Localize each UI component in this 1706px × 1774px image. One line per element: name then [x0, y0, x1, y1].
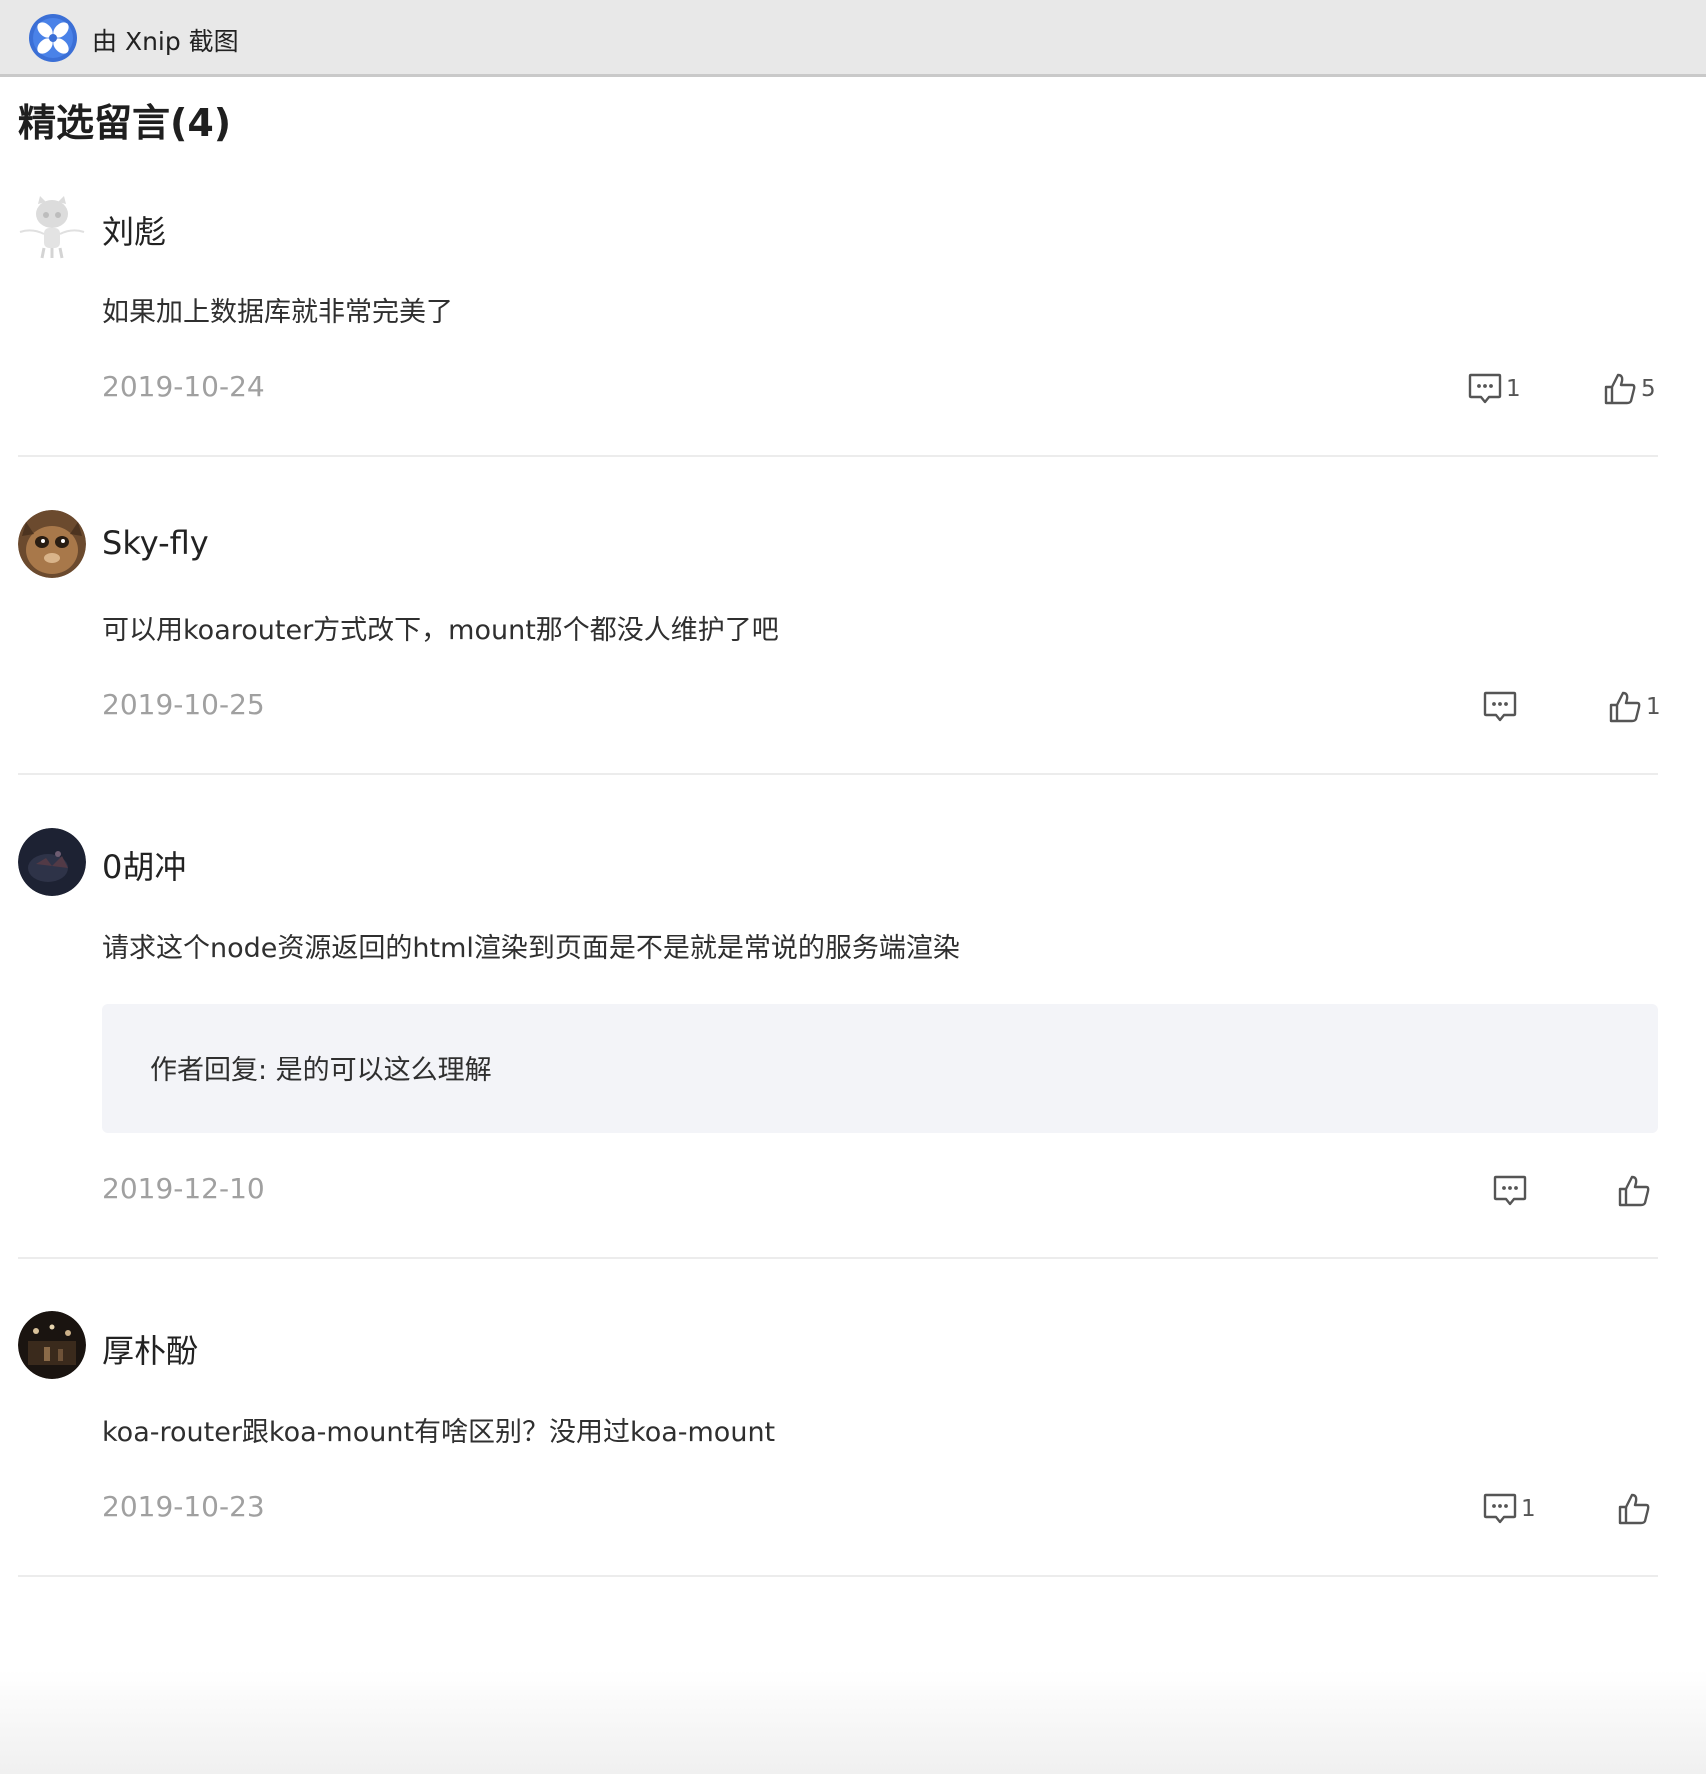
comment-icon	[1483, 1493, 1517, 1524]
avatar[interactable]	[18, 1311, 86, 1379]
night-scene-avatar-icon	[18, 828, 86, 896]
divider	[18, 773, 1658, 775]
street-photo-avatar-icon	[18, 1311, 86, 1379]
app-title: 由 Xnip 截图	[92, 27, 239, 56]
section-title: 精选留言(4)	[18, 101, 232, 145]
reply-button[interactable]: 1	[1483, 1491, 1536, 1527]
cat-avatar-icon	[18, 510, 86, 578]
username[interactable]: 0胡冲	[102, 842, 186, 888]
comment-date: 2019-10-23	[102, 1490, 265, 1523]
xnip-logo-icon	[29, 14, 77, 62]
like-button[interactable]: 5	[1603, 371, 1656, 407]
reply-button[interactable]	[1483, 689, 1521, 725]
avatar[interactable]	[18, 510, 86, 578]
comment-date: 2019-10-25	[102, 688, 265, 721]
comment-icon	[1493, 1175, 1527, 1206]
comment-icon	[1468, 373, 1502, 404]
divider	[18, 1575, 1658, 1577]
author-reply-box: 作者回复: 是的可以这么理解	[102, 1004, 1658, 1133]
comment-date: 2019-12-10	[102, 1172, 265, 1205]
thumbs-up-icon	[1618, 1493, 1650, 1525]
reply-button[interactable]	[1493, 1173, 1531, 1209]
avatar[interactable]	[18, 828, 86, 896]
bottom-fade	[0, 1670, 1706, 1774]
username[interactable]: 刘彪	[102, 207, 166, 253]
github-octocat-avatar-icon	[19, 196, 85, 259]
comment-text: 如果加上数据库就非常完美了	[102, 297, 453, 328]
like-count: 1	[1646, 694, 1661, 720]
like-button[interactable]	[1617, 1491, 1655, 1527]
reply-count: 1	[1521, 1496, 1536, 1522]
thumbs-up-icon	[1609, 691, 1641, 723]
username[interactable]: Sky-fly	[102, 524, 209, 562]
like-button[interactable]: 1	[1608, 689, 1661, 725]
comment-date: 2019-10-24	[102, 370, 265, 403]
comment-text: koa-router跟koa-mount有啥区别？没用过koa-mount	[102, 1417, 776, 1448]
screenshot-titlebar: 由 Xnip 截图	[0, 0, 1706, 77]
divider	[18, 1257, 1658, 1259]
comment-icon	[1483, 691, 1517, 722]
reply-button[interactable]: 1	[1468, 371, 1521, 407]
like-button[interactable]	[1617, 1173, 1655, 1209]
comment-text: 请求这个node资源返回的html渲染到页面是不是就是常说的服务端渲染	[102, 933, 960, 964]
author-reply-text: 作者回复: 是的可以这么理解	[150, 1055, 492, 1086]
thumbs-up-icon	[1604, 373, 1636, 405]
reply-count: 1	[1506, 376, 1521, 402]
username[interactable]: 厚朴酚	[102, 1326, 198, 1372]
divider	[18, 455, 1658, 457]
avatar[interactable]	[18, 192, 86, 260]
like-count: 5	[1641, 376, 1656, 402]
thumbs-up-icon	[1618, 1175, 1650, 1207]
comment-text: 可以用koarouter方式改下，mount那个都没人维护了吧	[102, 615, 779, 646]
